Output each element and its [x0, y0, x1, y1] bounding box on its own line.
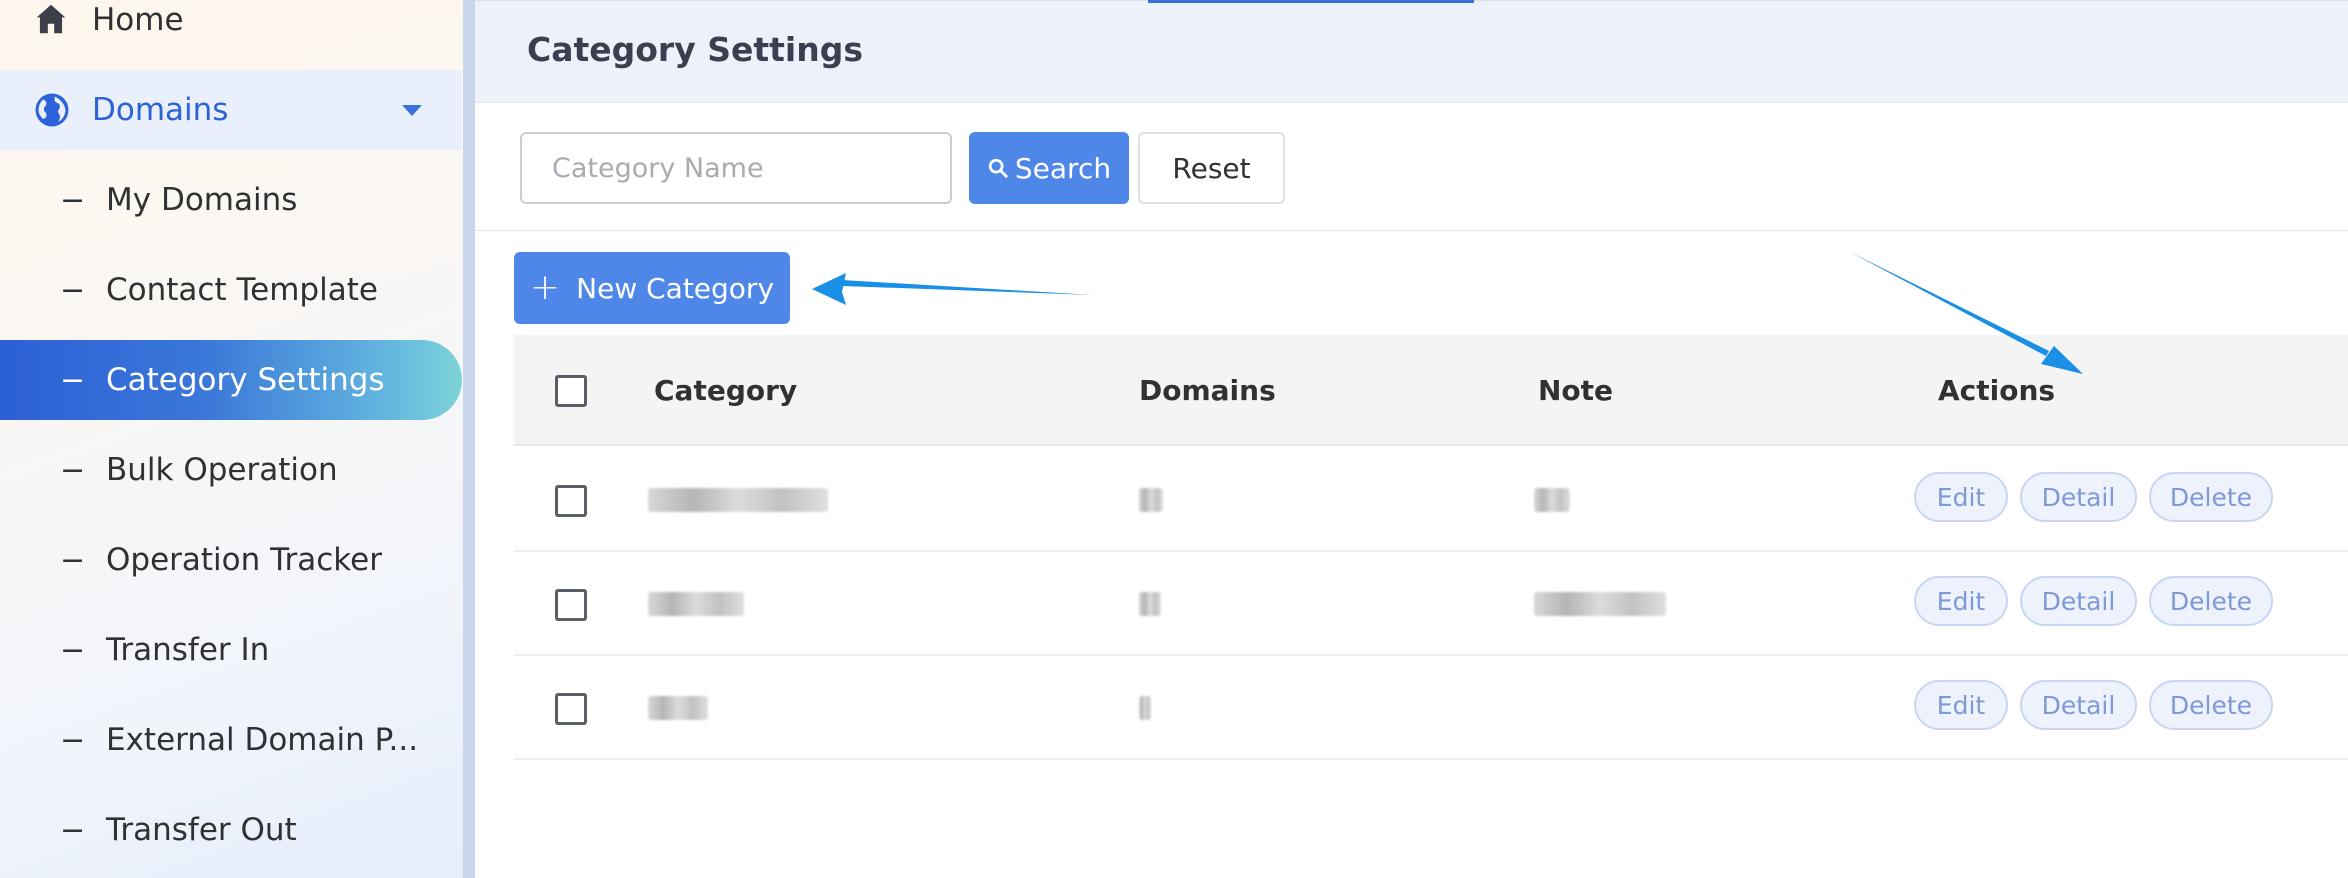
dash-icon: − — [60, 542, 86, 578]
sidebar-item-my-domains[interactable]: − My Domains — [0, 160, 462, 240]
select-all-checkbox[interactable] — [555, 375, 587, 407]
redacted-category — [648, 488, 828, 512]
detail-button[interactable]: Detail — [2020, 472, 2137, 522]
sidebar: Home Domains − My Domains − Contact Temp… — [0, 0, 468, 878]
sidebar-item-label: Home — [92, 2, 184, 38]
sidebar-item-label: Bulk Operation — [106, 452, 338, 488]
sidebar-item-domains[interactable]: Domains — [0, 70, 462, 150]
sidebar-item-transfer-out[interactable]: − Transfer Out — [0, 790, 462, 870]
redacted-domains — [1139, 488, 1163, 512]
search-button[interactable]: Search — [969, 132, 1129, 204]
sidebar-scrollbar[interactable] — [463, 0, 475, 878]
sidebar-item-label: External Domain P... — [106, 722, 419, 758]
sidebar-item-label: Category Settings — [106, 362, 385, 398]
row-actions: Edit Detail Delete — [1914, 576, 2273, 626]
redacted-note — [1534, 592, 1666, 616]
globe-icon — [35, 93, 69, 127]
table-header: Category Domains Note Actions — [514, 335, 2348, 446]
redacted-category — [648, 696, 708, 720]
dash-icon: − — [60, 452, 86, 488]
main-content: Category Settings Search Reset + New Cat… — [475, 0, 2348, 878]
sidebar-item-operation-tracker[interactable]: − Operation Tracker — [0, 520, 462, 600]
new-category-label: New Category — [576, 271, 775, 305]
header-domains: Domains — [1139, 374, 1276, 407]
row-actions: Edit Detail Delete — [1914, 680, 2273, 730]
page-header: Category Settings — [475, 0, 2348, 103]
redacted-domains — [1139, 696, 1151, 720]
new-category-button[interactable]: + New Category — [514, 252, 790, 324]
dash-icon: − — [60, 812, 86, 848]
table-row: Edit Detail Delete — [514, 552, 2348, 656]
sidebar-item-category-settings[interactable]: − Category Settings — [0, 340, 462, 420]
dash-icon: − — [60, 722, 86, 758]
search-bar: Search Reset — [475, 103, 2348, 231]
sidebar-item-label: Transfer Out — [106, 812, 297, 848]
redacted-note — [1534, 488, 1570, 512]
sidebar-item-label: Contact Template — [106, 272, 378, 308]
row-checkbox[interactable] — [555, 693, 587, 725]
header-category: Category — [654, 374, 798, 407]
row-actions: Edit Detail Delete — [1914, 472, 2273, 522]
sidebar-item-label: Transfer In — [106, 632, 270, 668]
header-note: Note — [1538, 374, 1614, 407]
sidebar-item-bulk-operation[interactable]: − Bulk Operation — [0, 430, 462, 510]
chevron-down-icon[interactable] — [402, 105, 422, 116]
category-name-input[interactable] — [520, 132, 952, 204]
home-icon — [36, 4, 66, 34]
sidebar-item-label: Operation Tracker — [106, 542, 382, 578]
detail-button[interactable]: Detail — [2020, 576, 2137, 626]
reset-button[interactable]: Reset — [1138, 132, 1285, 204]
page-title: Category Settings — [527, 30, 863, 69]
search-icon — [988, 158, 1008, 178]
sidebar-item-transfer-in[interactable]: − Transfer In — [0, 610, 462, 690]
sidebar-item-home[interactable]: Home — [0, 0, 462, 60]
plus-icon: + — [529, 267, 561, 308]
sidebar-item-external-domain[interactable]: − External Domain P... — [0, 700, 462, 780]
redacted-category — [648, 592, 744, 616]
sidebar-item-contact-template[interactable]: − Contact Template — [0, 250, 462, 330]
table-row: Edit Detail Delete — [514, 448, 2348, 552]
detail-button[interactable]: Detail — [2020, 680, 2137, 730]
dash-icon: − — [60, 182, 86, 218]
dash-icon: − — [60, 272, 86, 308]
redacted-domains — [1139, 592, 1161, 616]
dash-icon: − — [60, 362, 86, 398]
delete-button[interactable]: Delete — [2149, 472, 2273, 522]
edit-button[interactable]: Edit — [1914, 680, 2008, 730]
edit-button[interactable]: Edit — [1914, 576, 2008, 626]
search-button-label: Search — [1014, 151, 1112, 185]
sidebar-item-label: Domains — [92, 92, 229, 128]
reset-button-label: Reset — [1172, 151, 1251, 185]
delete-button[interactable]: Delete — [2149, 680, 2273, 730]
table-row: Edit Detail Delete — [514, 656, 2348, 760]
header-actions: Actions — [1938, 374, 2056, 407]
active-tab-indicator — [1148, 0, 1474, 3]
edit-button[interactable]: Edit — [1914, 472, 2008, 522]
delete-button[interactable]: Delete — [2149, 576, 2273, 626]
dash-icon: − — [60, 632, 86, 668]
row-checkbox[interactable] — [555, 485, 587, 517]
row-checkbox[interactable] — [555, 589, 587, 621]
sidebar-item-label: My Domains — [106, 182, 298, 218]
